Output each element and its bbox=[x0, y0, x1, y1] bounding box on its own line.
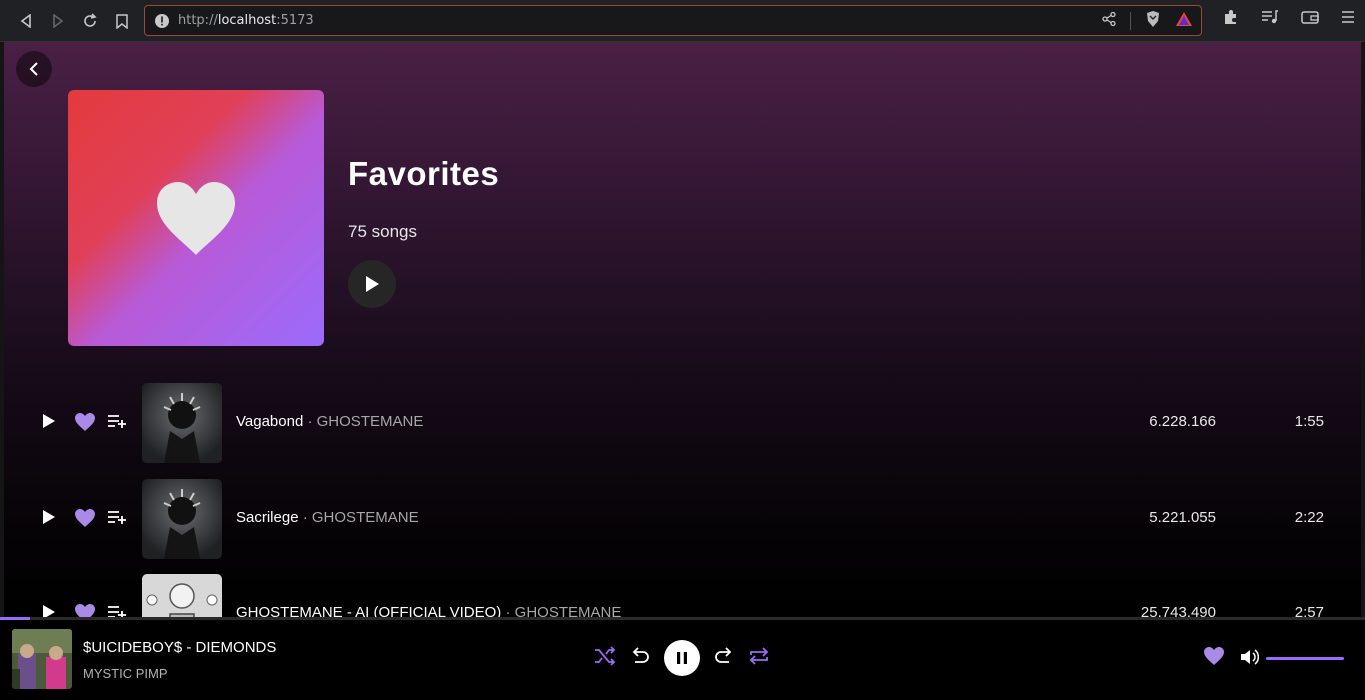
pause-icon bbox=[677, 652, 687, 664]
shuffle-icon[interactable] bbox=[594, 645, 616, 671]
wallet-icon[interactable] bbox=[1301, 9, 1319, 30]
liked-heart-icon[interactable] bbox=[74, 412, 96, 437]
track-artist[interactable]: GHOSTEMANE bbox=[317, 413, 424, 430]
track-thumbnail bbox=[142, 383, 222, 463]
track-title[interactable]: GHOSTEMANE - AI (OFFICIAL VIDEO) bbox=[236, 604, 501, 618]
separator: · bbox=[303, 413, 317, 430]
heart-icon bbox=[157, 182, 235, 255]
track-duration: 2:57 bbox=[1294, 604, 1324, 618]
track-title[interactable]: Sacrilege bbox=[236, 509, 299, 526]
playlist-page: Favorites 75 songs Vagabond · GHOSTEMANE… bbox=[4, 42, 1361, 618]
play-track-icon[interactable] bbox=[42, 413, 56, 434]
separator: · bbox=[501, 604, 515, 618]
repeat-icon[interactable] bbox=[748, 646, 770, 671]
play-track-icon[interactable] bbox=[42, 604, 56, 618]
page-title: Favorites bbox=[348, 155, 500, 192]
play-track-icon[interactable] bbox=[42, 509, 56, 530]
extensions-icon[interactable] bbox=[1223, 9, 1239, 30]
play-all-button[interactable] bbox=[348, 260, 396, 308]
player-bar: $UICIDEBOY$ - DIEMONDS MYSTIC PIMP bbox=[0, 617, 1365, 700]
liked-heart-icon[interactable] bbox=[74, 508, 96, 533]
volume-slider[interactable] bbox=[1266, 657, 1344, 660]
like-now-playing-icon[interactable] bbox=[1203, 646, 1225, 671]
browser-toolbar: http://localhost:5173 bbox=[0, 0, 1365, 42]
track-title[interactable]: Vagabond bbox=[236, 413, 303, 430]
track-thumbnail bbox=[142, 574, 222, 618]
pause-button[interactable] bbox=[664, 640, 700, 676]
now-playing-thumbnail bbox=[12, 629, 72, 689]
url-host: localhost bbox=[217, 13, 277, 28]
track-plays: 25.743.490 bbox=[1140, 604, 1216, 618]
brave-shields-icon[interactable] bbox=[1145, 10, 1161, 33]
track-row[interactable]: GHOSTEMANE - AI (OFFICIAL VIDEO) · GHOST… bbox=[4, 574, 1361, 618]
url-port: :5173 bbox=[276, 13, 314, 28]
bookmark-icon[interactable] bbox=[110, 9, 134, 33]
rewind-icon[interactable] bbox=[629, 646, 651, 671]
reload-icon[interactable] bbox=[78, 9, 102, 33]
url-text: http://localhost:5173 bbox=[178, 13, 314, 28]
track-artist[interactable]: GHOSTEMANE bbox=[312, 509, 419, 526]
track-info: GHOSTEMANE - AI (OFFICIAL VIDEO) · GHOST… bbox=[236, 604, 621, 618]
back-button[interactable] bbox=[16, 51, 52, 87]
back-nav-icon[interactable] bbox=[14, 9, 38, 33]
address-bar[interactable]: http://localhost:5173 bbox=[144, 5, 1202, 36]
url-scheme: http:// bbox=[178, 13, 218, 28]
liked-heart-icon[interactable] bbox=[74, 603, 96, 618]
playlist-cover bbox=[68, 90, 324, 346]
song-count: 75 songs bbox=[348, 222, 417, 241]
track-duration: 2:22 bbox=[1294, 509, 1324, 526]
forward-icon[interactable] bbox=[713, 646, 735, 671]
menu-icon[interactable] bbox=[1341, 10, 1355, 29]
track-plays: 6.228.166 bbox=[1149, 413, 1216, 430]
track-thumbnail bbox=[142, 479, 222, 559]
volume-icon[interactable] bbox=[1239, 648, 1260, 671]
share-icon[interactable] bbox=[1102, 11, 1116, 31]
add-to-queue-icon[interactable] bbox=[107, 604, 127, 618]
track-row[interactable]: Sacrilege · GHOSTEMANE 5.221.055 2:22 bbox=[4, 479, 1361, 559]
track-row[interactable]: Vagabond · GHOSTEMANE 6.228.166 1:55 bbox=[4, 383, 1361, 463]
track-artist[interactable]: GHOSTEMANE bbox=[515, 604, 622, 618]
brave-rewards-icon[interactable] bbox=[1175, 11, 1193, 32]
now-playing-artist[interactable]: MYSTIC PIMP bbox=[83, 666, 168, 681]
forward-nav-icon[interactable] bbox=[46, 9, 70, 33]
track-duration: 1:55 bbox=[1294, 413, 1324, 430]
add-to-queue-icon[interactable] bbox=[107, 413, 127, 434]
add-to-queue-icon[interactable] bbox=[107, 509, 127, 530]
now-playing-title[interactable]: $UICIDEBOY$ - DIEMONDS bbox=[83, 639, 276, 656]
play-icon bbox=[366, 276, 379, 292]
track-info: Sacrilege · GHOSTEMANE bbox=[236, 509, 419, 526]
site-info-icon[interactable] bbox=[154, 13, 170, 34]
track-info: Vagabond · GHOSTEMANE bbox=[236, 413, 423, 430]
playback-progress[interactable] bbox=[0, 617, 1365, 620]
separator: · bbox=[298, 509, 312, 526]
track-plays: 5.221.055 bbox=[1149, 509, 1216, 526]
chevron-left-icon bbox=[29, 62, 38, 76]
playlist-icon[interactable] bbox=[1261, 9, 1279, 30]
